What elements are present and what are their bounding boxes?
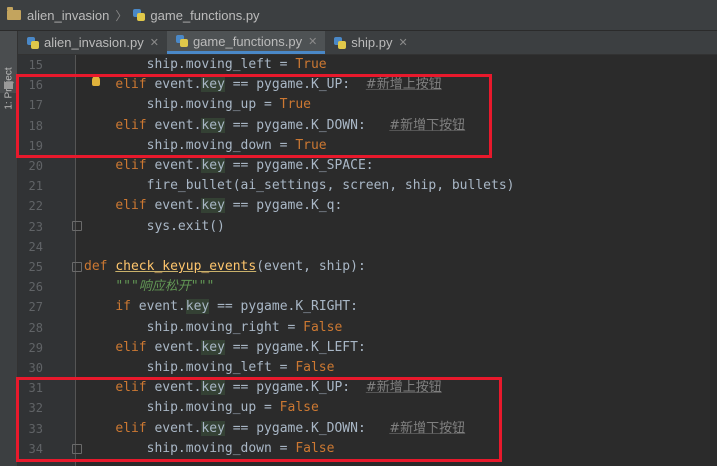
breadcrumb: alien_invasion 〉 game_functions.py (0, 0, 717, 31)
line-number: 15 (28, 58, 43, 72)
line-number: 29 (28, 340, 43, 355)
breadcrumb-file-label: game_functions.py (150, 7, 260, 23)
line-number: 22 (28, 199, 43, 214)
fold-end-icon[interactable] (72, 221, 82, 231)
line-number: 25 (28, 260, 43, 274)
code-text[interactable]: fire_bullet(ai_settings, screen, ship, b… (84, 176, 515, 196)
code-line[interactable]: 28 ship.moving_right = False (0, 318, 717, 338)
breadcrumb-project-label: alien_invasion (27, 7, 110, 23)
line-number: 27 (28, 300, 43, 315)
line-number: 24 (28, 239, 43, 254)
highlight-box-keydown (16, 74, 492, 158)
line-number: 30 (28, 361, 43, 375)
code-line[interactable]: 23 sys.exit() (0, 217, 717, 237)
line-number: 28 (28, 320, 43, 335)
code-text[interactable]: def check_keyup_events(event, ship): (84, 257, 366, 277)
editor-tab-bar: alien_invasion.py ✕ game_functions.py ✕ … (18, 31, 717, 55)
code-text[interactable]: ship.moving_left = True (84, 55, 327, 75)
tab-ship[interactable]: ship.py ✕ (325, 31, 415, 54)
tab-label: ship.py (351, 35, 393, 50)
python-file-icon (175, 35, 188, 47)
code-text[interactable]: ship.moving_left = False (84, 358, 335, 378)
line-number: 23 (28, 219, 43, 234)
python-file-icon (27, 36, 39, 49)
code-line[interactable]: 15 ship.moving_left = True (0, 55, 717, 75)
code-line[interactable]: 24 (0, 237, 717, 257)
code-line[interactable]: 27 if event.key == pygame.K_RIGHT: (0, 297, 717, 317)
breadcrumb-project[interactable]: alien_invasion (0, 7, 110, 23)
code-line[interactable]: 22 elif event.key == pygame.K_q: (0, 196, 717, 216)
highlight-box-keyup (16, 377, 502, 462)
tab-alien-invasion[interactable]: alien_invasion.py ✕ (18, 31, 167, 54)
code-line[interactable]: 26 """响应松开""" (0, 277, 717, 297)
breadcrumb-file[interactable]: game_functions.py (133, 7, 260, 23)
code-text[interactable]: sys.exit() (84, 217, 225, 237)
line-number: 21 (28, 179, 43, 194)
chevron-right-icon: 〉 (115, 8, 128, 23)
code-text[interactable]: elif event.key == pygame.K_LEFT: (84, 338, 366, 358)
close-icon[interactable]: ✕ (399, 36, 408, 49)
line-number: 20 (28, 159, 43, 173)
code-line[interactable]: 25 def check_keyup_events(event, ship): (0, 257, 717, 277)
code-line[interactable]: 30 ship.moving_left = False (0, 358, 717, 378)
code-text[interactable]: ship.moving_right = False (84, 318, 343, 338)
code-line[interactable]: 29 elif event.key == pygame.K_LEFT: (0, 338, 717, 358)
python-file-icon (334, 36, 347, 49)
fold-start-icon[interactable] (72, 262, 82, 272)
folder-icon (7, 7, 21, 20)
code-text[interactable]: elif event.key == pygame.K_SPACE: (84, 156, 374, 176)
python-file-icon (133, 9, 146, 21)
code-text[interactable]: if event.key == pygame.K_RIGHT: (84, 297, 358, 317)
code-text[interactable]: elif event.key == pygame.K_q: (84, 196, 342, 216)
code-line[interactable]: 20 elif event.key == pygame.K_SPACE: (0, 156, 717, 176)
tab-game-functions[interactable]: game_functions.py ✕ (166, 31, 326, 54)
code-text[interactable]: """响应松开""" (84, 277, 214, 297)
close-icon[interactable]: ✕ (150, 36, 159, 49)
tab-label: game_functions.py (192, 33, 303, 49)
tab-label: alien_invasion.py (44, 35, 144, 50)
line-number: 26 (28, 280, 43, 295)
code-line[interactable]: 21 fire_bullet(ai_settings, screen, ship… (0, 176, 717, 196)
close-icon[interactable]: ✕ (308, 35, 317, 48)
